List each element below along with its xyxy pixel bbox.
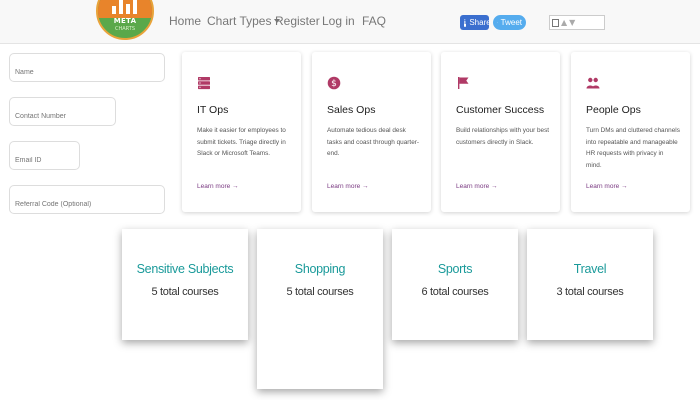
svg-text:$: $: [331, 79, 337, 89]
navbar: META CHARTS Home Chart Types Register Lo…: [0, 0, 700, 44]
nav-faq[interactable]: FAQ: [362, 14, 386, 28]
nav-login[interactable]: Log in: [322, 14, 355, 28]
server-icon: [198, 77, 210, 90]
nav-register[interactable]: Register: [275, 14, 320, 28]
upvote-icon[interactable]: ▲: [561, 18, 567, 27]
course-title: Shopping: [294, 262, 346, 276]
logo-text: META: [113, 17, 137, 25]
card-title: Sales Ops: [327, 104, 376, 116]
card-sales-ops: $ Sales Ops Automate tedious deal desk t…: [312, 52, 431, 212]
card-learn-more-link[interactable]: Learn more →: [456, 183, 498, 190]
card-it-ops: IT Ops Make it easier for employees to s…: [182, 52, 301, 212]
card-learn-more-link[interactable]: Learn more →: [327, 183, 369, 190]
twitter-bird-icon: [497, 22, 498, 23]
referral-code-field[interactable]: [9, 185, 165, 214]
name-field[interactable]: [9, 53, 165, 82]
people-icon: [586, 77, 600, 89]
dollar-icon: $: [327, 76, 341, 90]
facebook-share-button[interactable]: f Share: [460, 15, 491, 30]
course-title: Travel: [573, 262, 607, 276]
card-title: Customer Success: [456, 104, 545, 116]
card-title: IT Ops: [197, 104, 229, 116]
twitter-tweet-label: Tweet: [500, 18, 522, 27]
twitter-tweet-button[interactable]: Tweet: [493, 15, 526, 30]
course-card-sports[interactable]: Sports 6 total courses: [392, 229, 518, 340]
course-count: 6 total courses: [421, 286, 489, 298]
card-description: Automate tedious deal desk tasks and coa…: [327, 127, 420, 157]
course-card-travel[interactable]: Travel 3 total courses: [527, 229, 653, 340]
facebook-icon: f: [464, 18, 467, 27]
course-card-sensitive-subjects[interactable]: Sensitive Subjects 5 total courses: [122, 229, 248, 340]
card-people-ops: People Ops Turn DMs and cluttered channe…: [571, 52, 690, 212]
nav-home[interactable]: Home: [169, 14, 201, 28]
card-description: Build relationships with your best custo…: [456, 127, 550, 146]
course-count: 3 total courses: [556, 286, 624, 298]
facebook-share-label: Share: [469, 18, 491, 27]
logo-subtext: CHARTS: [114, 26, 135, 32]
card-description: Turn DMs and cluttered channels into rep…: [586, 127, 680, 169]
course-title: Sensitive Subjects: [136, 262, 234, 276]
card-learn-more-link[interactable]: Learn more →: [586, 183, 628, 190]
vote-box-icon: [552, 18, 559, 27]
flag-icon: [458, 77, 469, 89]
nav-chart-types[interactable]: Chart Types: [207, 14, 281, 28]
course-count: 5 total courses: [286, 286, 354, 298]
site-logo[interactable]: META CHARTS: [96, 0, 154, 40]
vote-widget[interactable]: ▲ ▼: [549, 15, 605, 30]
card-learn-more-link[interactable]: Learn more →: [197, 183, 239, 190]
logo-chart-icon: [112, 0, 142, 14]
downvote-icon[interactable]: ▼: [569, 18, 575, 27]
card-title: People Ops: [586, 104, 641, 116]
nav-chart-types-label: Chart Types: [207, 14, 272, 28]
contact-number-field[interactable]: [9, 97, 116, 126]
course-card-shopping[interactable]: Shopping 5 total courses: [257, 229, 383, 389]
email-field[interactable]: [9, 141, 80, 170]
course-title: Sports: [437, 262, 473, 276]
card-description: Make it easier for employees to submit t…: [197, 127, 286, 157]
course-count: 5 total courses: [151, 286, 219, 298]
card-customer-success: Customer Success Build relationships wit…: [441, 52, 560, 212]
